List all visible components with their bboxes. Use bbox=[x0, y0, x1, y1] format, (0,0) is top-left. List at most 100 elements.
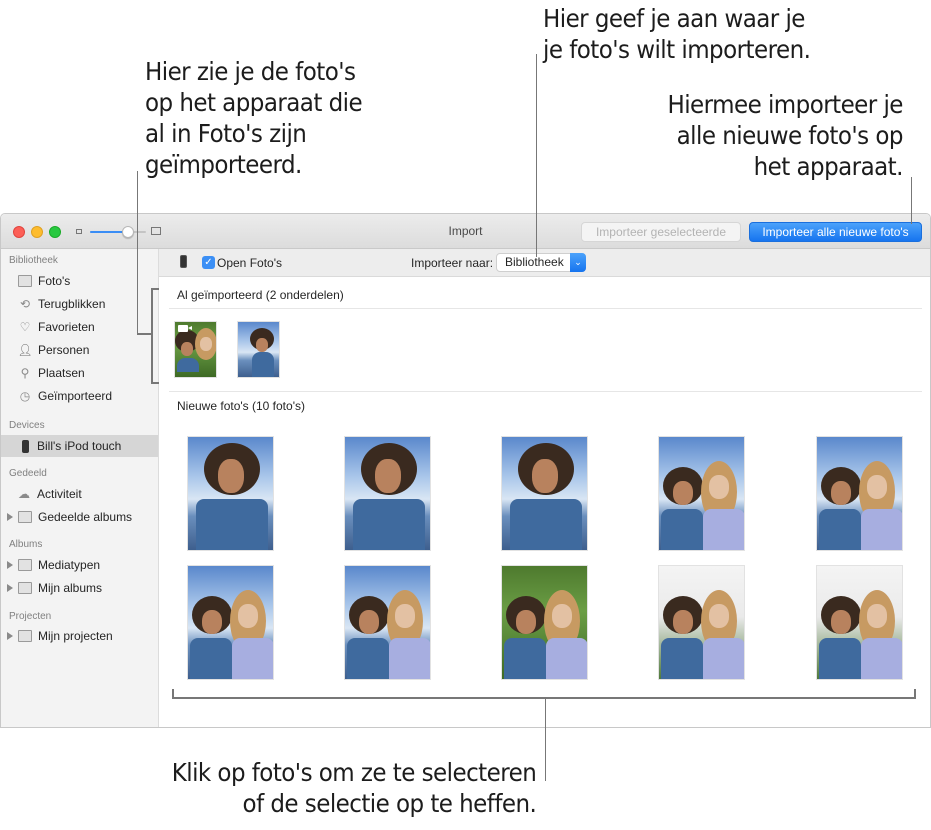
callout-line: Hier geef je aan waar je bbox=[543, 4, 805, 33]
new-photo-thumbnail[interactable] bbox=[187, 436, 274, 551]
disclosure-triangle-icon[interactable] bbox=[7, 561, 13, 569]
sidebar-item-memories[interactable]: ⟲ Terugblikken bbox=[1, 293, 158, 315]
import-all-new-button[interactable]: Importeer alle nieuwe foto's bbox=[749, 222, 922, 242]
sidebar-item-favorites[interactable]: ♡ Favorieten bbox=[1, 316, 158, 338]
import-content: ✓ Open Foto's Importeer naar: Bibliothee… bbox=[159, 249, 930, 727]
callout-import-all: Hiermee importeer je alle nieuwe foto's … bbox=[667, 89, 904, 182]
leader-bracket bbox=[151, 288, 159, 290]
sidebar-item-label: Mediatypen bbox=[38, 558, 101, 572]
import-selected-button[interactable]: Importeer geselecteerde bbox=[581, 222, 741, 242]
callout-line: het apparaat. bbox=[753, 152, 904, 181]
device-icon bbox=[18, 439, 32, 453]
heart-icon: ♡ bbox=[19, 320, 31, 334]
photos-icon bbox=[18, 274, 32, 288]
sidebar-item-label: Foto's bbox=[38, 274, 71, 288]
leader-bracket bbox=[914, 689, 916, 699]
sidebar-section-projects: Projecten bbox=[9, 611, 52, 622]
person-icon: 👤︎ bbox=[17, 343, 33, 357]
leader-bracket bbox=[151, 288, 153, 384]
sidebar-section-library: Bibliotheek bbox=[9, 255, 58, 266]
imported-photo-thumbnail[interactable] bbox=[174, 321, 217, 378]
disclosure-triangle-icon[interactable] bbox=[7, 584, 13, 592]
callout-line: Hier zie je de foto's bbox=[145, 57, 356, 86]
callout-import-destination: Hier geef je aan waar je je foto's wilt … bbox=[543, 3, 811, 65]
leader-line bbox=[137, 333, 151, 335]
device-icon bbox=[180, 255, 187, 268]
leader-bracket bbox=[151, 382, 159, 384]
sidebar-item-label: Personen bbox=[38, 343, 90, 357]
sidebar-item-label: Geïmporteerd bbox=[38, 389, 113, 403]
sidebar-item-my-albums[interactable]: Mijn albums bbox=[1, 577, 158, 599]
callout-line: je foto's wilt importeren. bbox=[543, 35, 811, 64]
sidebar-section-albums: Albums bbox=[9, 539, 43, 550]
folder-icon bbox=[18, 581, 32, 595]
sidebar-item-label: Mijn projecten bbox=[38, 629, 113, 643]
callout-already-imported: Hier zie je de foto's op het apparaat di… bbox=[145, 56, 363, 180]
sidebar-item-label: Mijn albums bbox=[38, 581, 103, 595]
import-destination-select[interactable]: Bibliotheek ⌄ bbox=[496, 253, 586, 272]
sidebar-item-my-projects[interactable]: Mijn projecten bbox=[1, 625, 158, 647]
leader-bracket bbox=[172, 689, 174, 699]
leader-line bbox=[137, 171, 138, 334]
sidebar-item-label: Favorieten bbox=[38, 320, 95, 334]
pin-icon: ⚲ bbox=[20, 366, 30, 380]
callout-select-photos: Klik op foto's om ze te selecteren of de… bbox=[171, 757, 536, 819]
new-photo-thumbnail[interactable] bbox=[816, 565, 903, 680]
new-photos-title: Nieuwe foto's (10 foto's) bbox=[177, 399, 305, 413]
new-photo-thumbnail[interactable] bbox=[658, 565, 745, 680]
section-divider bbox=[169, 308, 922, 309]
cloud-icon: ☁︎ bbox=[18, 487, 30, 501]
sidebar-item-photos[interactable]: Foto's bbox=[1, 270, 158, 292]
new-photo-thumbnail[interactable] bbox=[187, 565, 274, 680]
callout-line: Hiermee importeer je bbox=[667, 90, 904, 119]
disclosure-triangle-icon[interactable] bbox=[7, 632, 13, 640]
new-photo-thumbnail[interactable] bbox=[501, 436, 588, 551]
title-bar: Import Importeer geselecteerde Importeer… bbox=[1, 214, 930, 249]
callout-line: of de selectie op te heffen. bbox=[242, 789, 536, 818]
new-photo-thumbnail[interactable] bbox=[501, 565, 588, 680]
imported-photo-thumbnail[interactable] bbox=[237, 321, 280, 378]
sidebar-item-shared-albums[interactable]: Gedeelde albums bbox=[1, 506, 158, 528]
sidebar-item-label: Activiteit bbox=[37, 487, 82, 501]
sidebar-item-label: Plaatsen bbox=[38, 366, 85, 380]
folder-icon bbox=[18, 629, 32, 643]
sidebar-item-label: Bill's iPod touch bbox=[37, 439, 122, 453]
section-divider bbox=[169, 391, 922, 392]
leader-bracket bbox=[172, 697, 916, 699]
sidebar-item-places[interactable]: ⚲ Plaatsen bbox=[1, 362, 158, 384]
callout-line: al in Foto's zijn bbox=[145, 119, 307, 148]
sidebar-section-shared: Gedeeld bbox=[9, 468, 47, 479]
sidebar-item-label: Terugblikken bbox=[38, 297, 106, 311]
disclosure-triangle-icon[interactable] bbox=[7, 513, 13, 521]
import-window: Import Importeer geselecteerde Importeer… bbox=[0, 213, 931, 728]
sidebar: Bibliotheek Foto's ⟲ Terugblikken ♡ Favo… bbox=[1, 249, 159, 727]
open-photos-checkbox[interactable]: ✓ bbox=[202, 256, 215, 269]
leader-line bbox=[911, 177, 912, 224]
open-photos-label[interactable]: Open Foto's bbox=[217, 256, 282, 270]
sidebar-item-imported[interactable]: ◷ Geïmporteerd bbox=[1, 385, 158, 407]
folder-icon bbox=[18, 558, 32, 572]
sidebar-section-devices: Devices bbox=[9, 420, 45, 431]
import-destination-value: Bibliotheek bbox=[505, 255, 564, 269]
new-photo-thumbnail[interactable] bbox=[816, 436, 903, 551]
sidebar-item-people[interactable]: 👤︎ Personen bbox=[1, 339, 158, 361]
new-photo-thumbnail[interactable] bbox=[658, 436, 745, 551]
callout-line: op het apparaat die bbox=[145, 88, 363, 117]
leader-line bbox=[545, 699, 546, 781]
new-photo-thumbnail[interactable] bbox=[344, 436, 431, 551]
callout-line: Klik op foto's om ze te selecteren bbox=[171, 758, 536, 787]
video-icon bbox=[178, 325, 192, 332]
sidebar-item-activity[interactable]: ☁︎ Activiteit bbox=[1, 483, 158, 505]
chevron-down-icon[interactable]: ⌄ bbox=[570, 253, 586, 272]
folder-icon bbox=[18, 510, 32, 524]
sidebar-item-label: Gedeelde albums bbox=[38, 510, 133, 524]
already-imported-title: Al geïmporteerd (2 onderdelen) bbox=[177, 288, 344, 302]
import-to-label: Importeer naar: bbox=[411, 256, 494, 270]
new-photo-thumbnail[interactable] bbox=[344, 565, 431, 680]
clock-icon: ◷ bbox=[19, 389, 31, 403]
import-toolbar: ✓ Open Foto's Importeer naar: Bibliothee… bbox=[159, 249, 930, 277]
sidebar-item-device[interactable]: Bill's iPod touch bbox=[1, 435, 158, 457]
sidebar-item-media-types[interactable]: Mediatypen bbox=[1, 554, 158, 576]
callout-line: alle nieuwe foto's op bbox=[676, 121, 904, 150]
leader-line bbox=[536, 54, 537, 257]
